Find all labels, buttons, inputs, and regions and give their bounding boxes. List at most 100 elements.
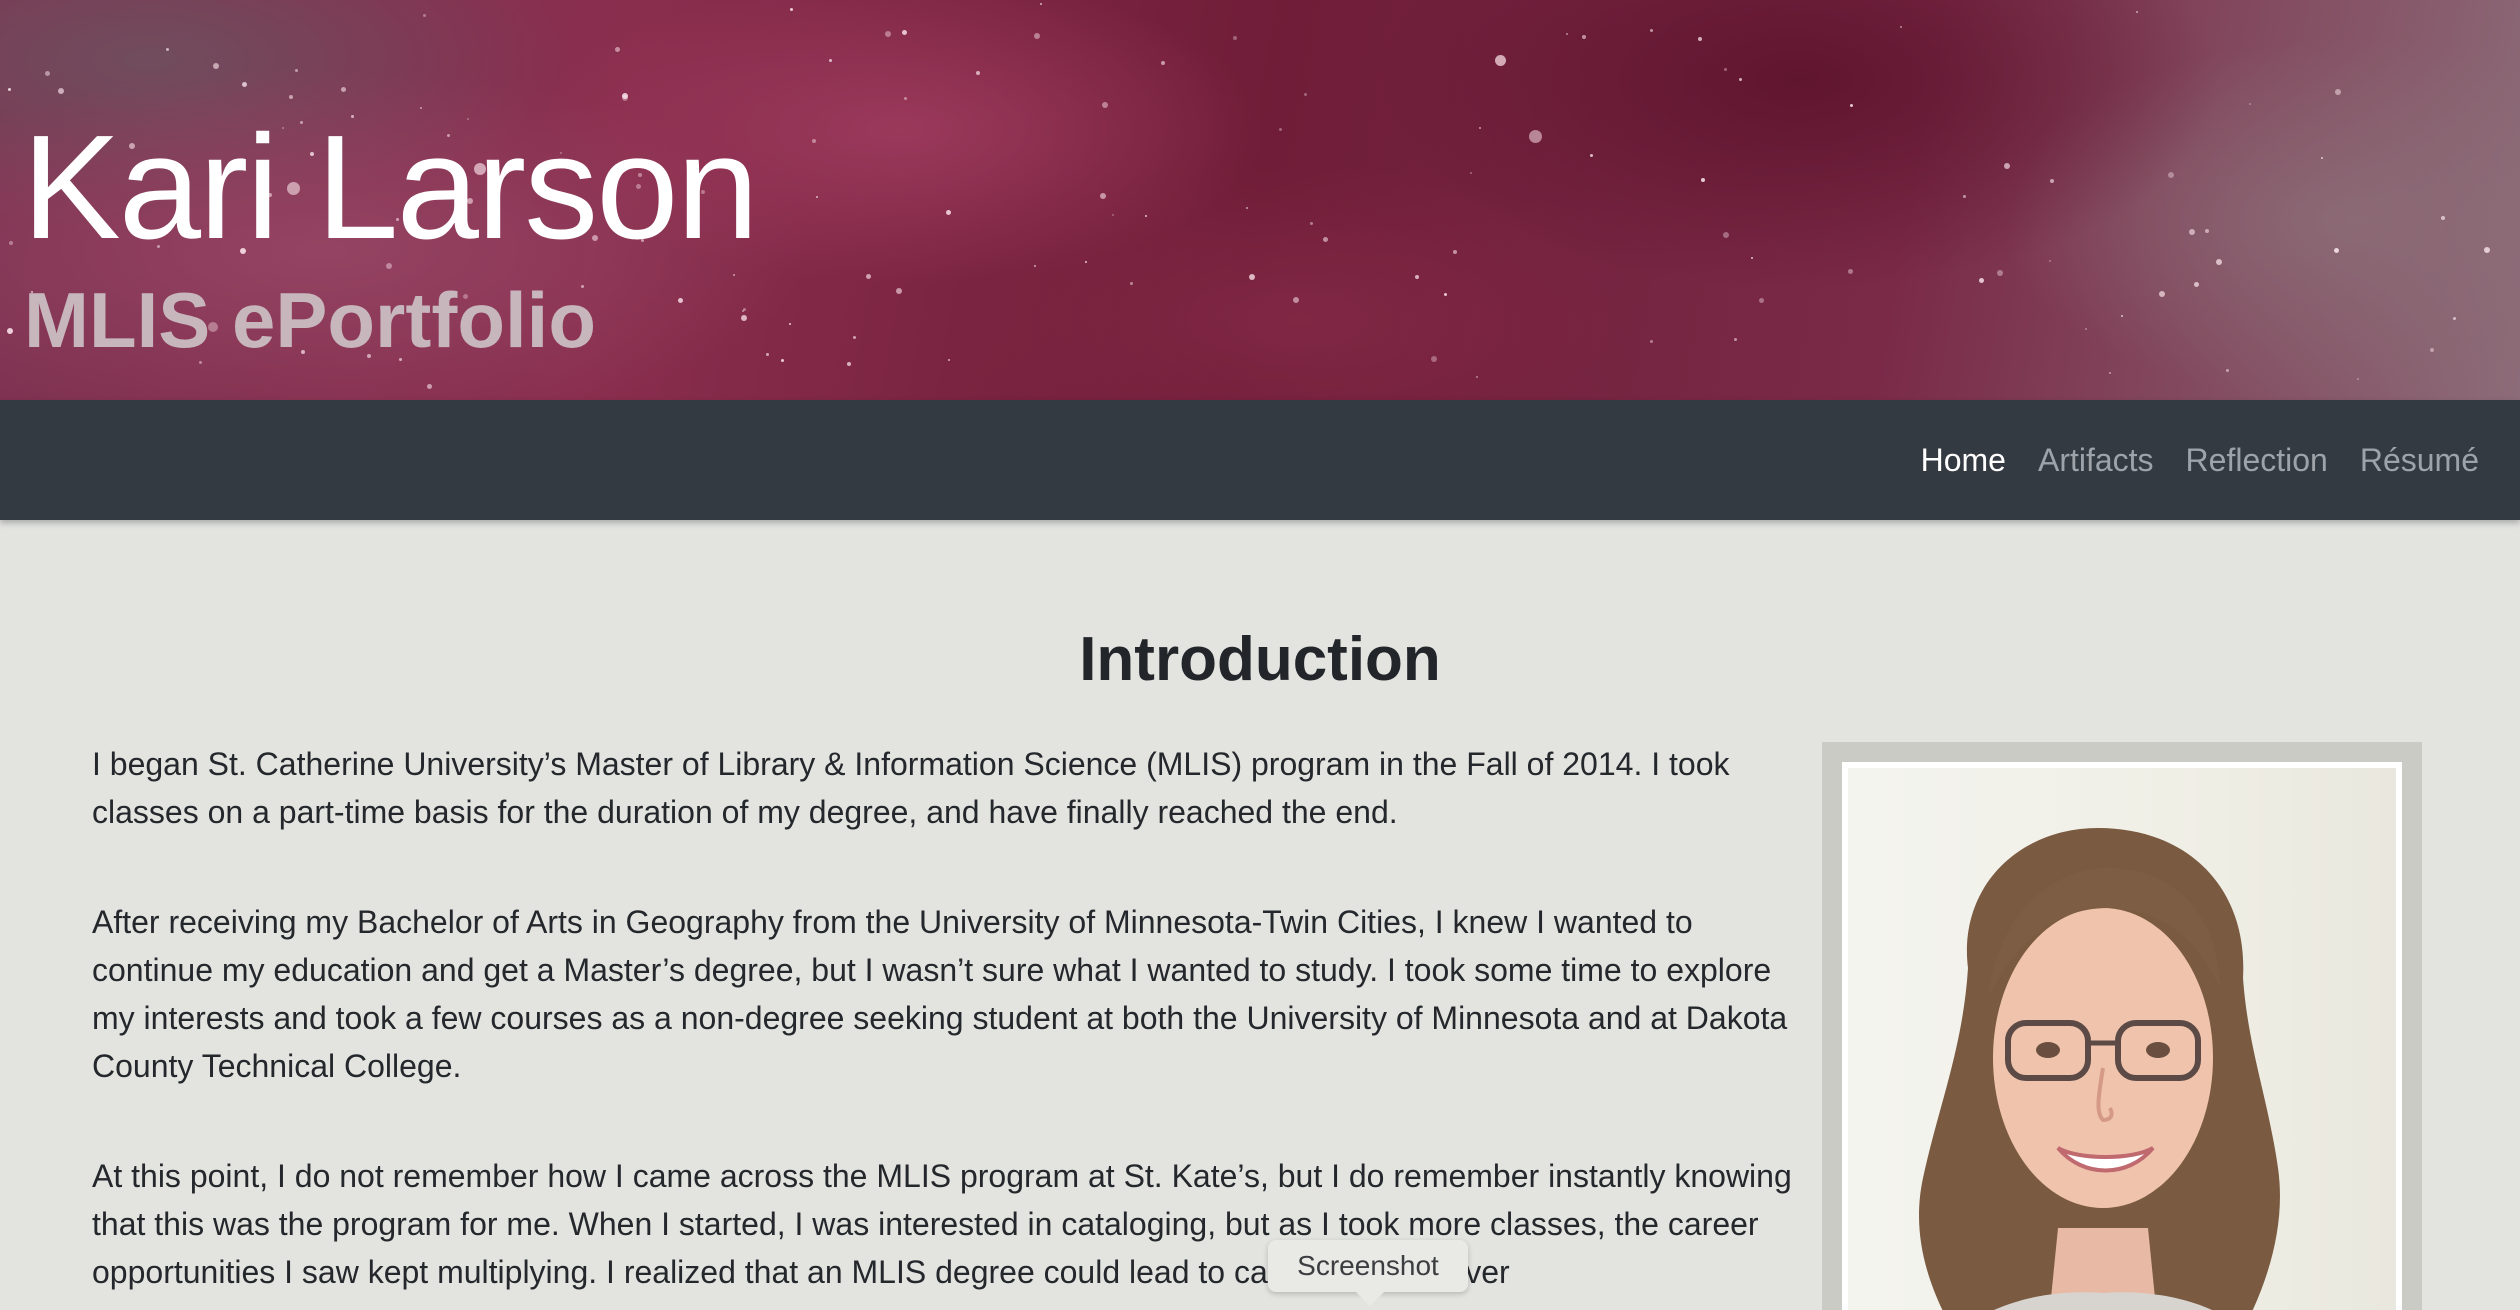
star-dot xyxy=(295,69,298,72)
star-dot xyxy=(1650,29,1653,32)
nav-menu: Home Artifacts Reflection Résumé xyxy=(1921,400,2479,520)
star-dot xyxy=(166,48,169,51)
star-dot xyxy=(1566,33,1568,35)
star-dot xyxy=(1323,237,1328,242)
star-dot xyxy=(1304,93,1307,96)
star-dot xyxy=(213,63,219,69)
star-dot xyxy=(896,288,902,294)
intro-paragraph: I began St. Catherine University’s Maste… xyxy=(92,746,1730,830)
star-dot xyxy=(1444,293,1447,296)
star-dot xyxy=(289,95,293,99)
star-dot xyxy=(2050,179,2054,183)
star-dot xyxy=(1246,207,1248,209)
portrait-frame xyxy=(1822,742,2422,1310)
star-dot xyxy=(1415,275,1419,279)
portrait-photo xyxy=(1842,762,2402,1310)
star-dot xyxy=(1130,282,1133,285)
tooltip-arrow xyxy=(1356,1292,1384,1306)
star-dot xyxy=(242,82,247,87)
site-subtitle: MLIS ePortfolio xyxy=(24,276,596,364)
star-dot xyxy=(1034,33,1040,39)
star-dot xyxy=(812,139,816,143)
star-dot xyxy=(1529,130,1542,143)
star-dot xyxy=(1739,78,1742,81)
section-heading: Introduction xyxy=(1079,625,1441,694)
star-dot xyxy=(1723,232,1729,238)
star-dot xyxy=(2334,248,2339,253)
star-dot xyxy=(2189,229,2195,235)
star-dot xyxy=(622,93,628,99)
star-dot xyxy=(2194,282,2199,287)
star-dot xyxy=(1698,37,1702,41)
star-dot xyxy=(1850,104,1853,107)
star-dot xyxy=(829,59,832,62)
star-dot xyxy=(2216,259,2222,265)
screenshot-tooltip: Screenshot xyxy=(1268,1240,1468,1292)
star-dot xyxy=(2085,328,2087,330)
intro-paragraph: After receiving my Bachelor of Arts in G… xyxy=(92,904,1788,1084)
nav-item-reflection[interactable]: Reflection xyxy=(2186,442,2328,478)
star-dot xyxy=(1310,222,1313,225)
star-dot xyxy=(1582,35,1586,39)
star-dot xyxy=(976,71,980,75)
star-dot xyxy=(781,359,784,362)
star-dot xyxy=(423,14,426,17)
star-dot xyxy=(789,323,791,325)
star-dot xyxy=(1085,261,1087,263)
star-dot xyxy=(1963,195,1966,198)
star-dot xyxy=(341,87,346,92)
star-dot xyxy=(1145,215,1147,217)
star-dot xyxy=(2335,89,2341,95)
star-dot xyxy=(885,31,891,37)
portrait-illustration xyxy=(1919,828,2280,1310)
star-dot xyxy=(427,384,432,389)
star-dot xyxy=(2159,291,2165,297)
star-dot xyxy=(2049,260,2051,262)
star-dot xyxy=(2249,103,2251,105)
star-dot xyxy=(1112,214,1114,216)
star-dot xyxy=(615,47,620,52)
star-dot xyxy=(741,315,747,321)
star-dot xyxy=(2136,11,2138,13)
star-dot xyxy=(678,298,683,303)
star-dot xyxy=(1034,265,1036,267)
star-dot xyxy=(2453,317,2456,320)
star-dot xyxy=(1997,270,2003,276)
star-dot xyxy=(1470,172,1472,174)
intro-paragraph: At this point, I do not remember how I c… xyxy=(92,1158,1792,1290)
star-dot xyxy=(1650,340,1653,343)
nav-item-artifacts[interactable]: Artifacts xyxy=(2038,442,2154,478)
star-dot xyxy=(742,310,744,312)
star-dot xyxy=(2441,216,2445,220)
main-content: Introduction I began St. Catherine Unive… xyxy=(0,520,2520,1310)
star-dot xyxy=(1161,61,1165,65)
nav-item-home[interactable]: Home xyxy=(1921,442,2006,478)
star-dot xyxy=(1848,269,1853,274)
star-dot xyxy=(766,353,769,356)
star-dot xyxy=(45,71,50,76)
star-dot xyxy=(1479,127,1481,129)
star-dot xyxy=(2121,315,2123,317)
star-dot xyxy=(1233,36,1237,40)
star-dot xyxy=(1751,257,1753,259)
star-dot xyxy=(2430,348,2434,352)
star-dot xyxy=(847,362,851,366)
star-dot xyxy=(7,328,13,334)
star-dot xyxy=(2109,372,2111,374)
star-dot xyxy=(1249,274,1255,280)
star-dot xyxy=(1100,193,1106,199)
star-dot xyxy=(948,359,950,361)
star-dot xyxy=(946,210,951,215)
star-dot xyxy=(1453,250,1457,254)
star-dot xyxy=(1476,376,1478,378)
star-dot xyxy=(2484,247,2490,253)
star-dot xyxy=(1724,68,1727,71)
star-dot xyxy=(1979,278,1984,283)
star-dot xyxy=(1759,298,1764,303)
star-dot xyxy=(2205,229,2209,233)
star-dot xyxy=(790,8,793,11)
star-dot xyxy=(58,88,64,94)
nav-item-resume[interactable]: Résumé xyxy=(2360,442,2479,478)
star-dot xyxy=(733,274,735,276)
star-dot xyxy=(9,241,13,245)
